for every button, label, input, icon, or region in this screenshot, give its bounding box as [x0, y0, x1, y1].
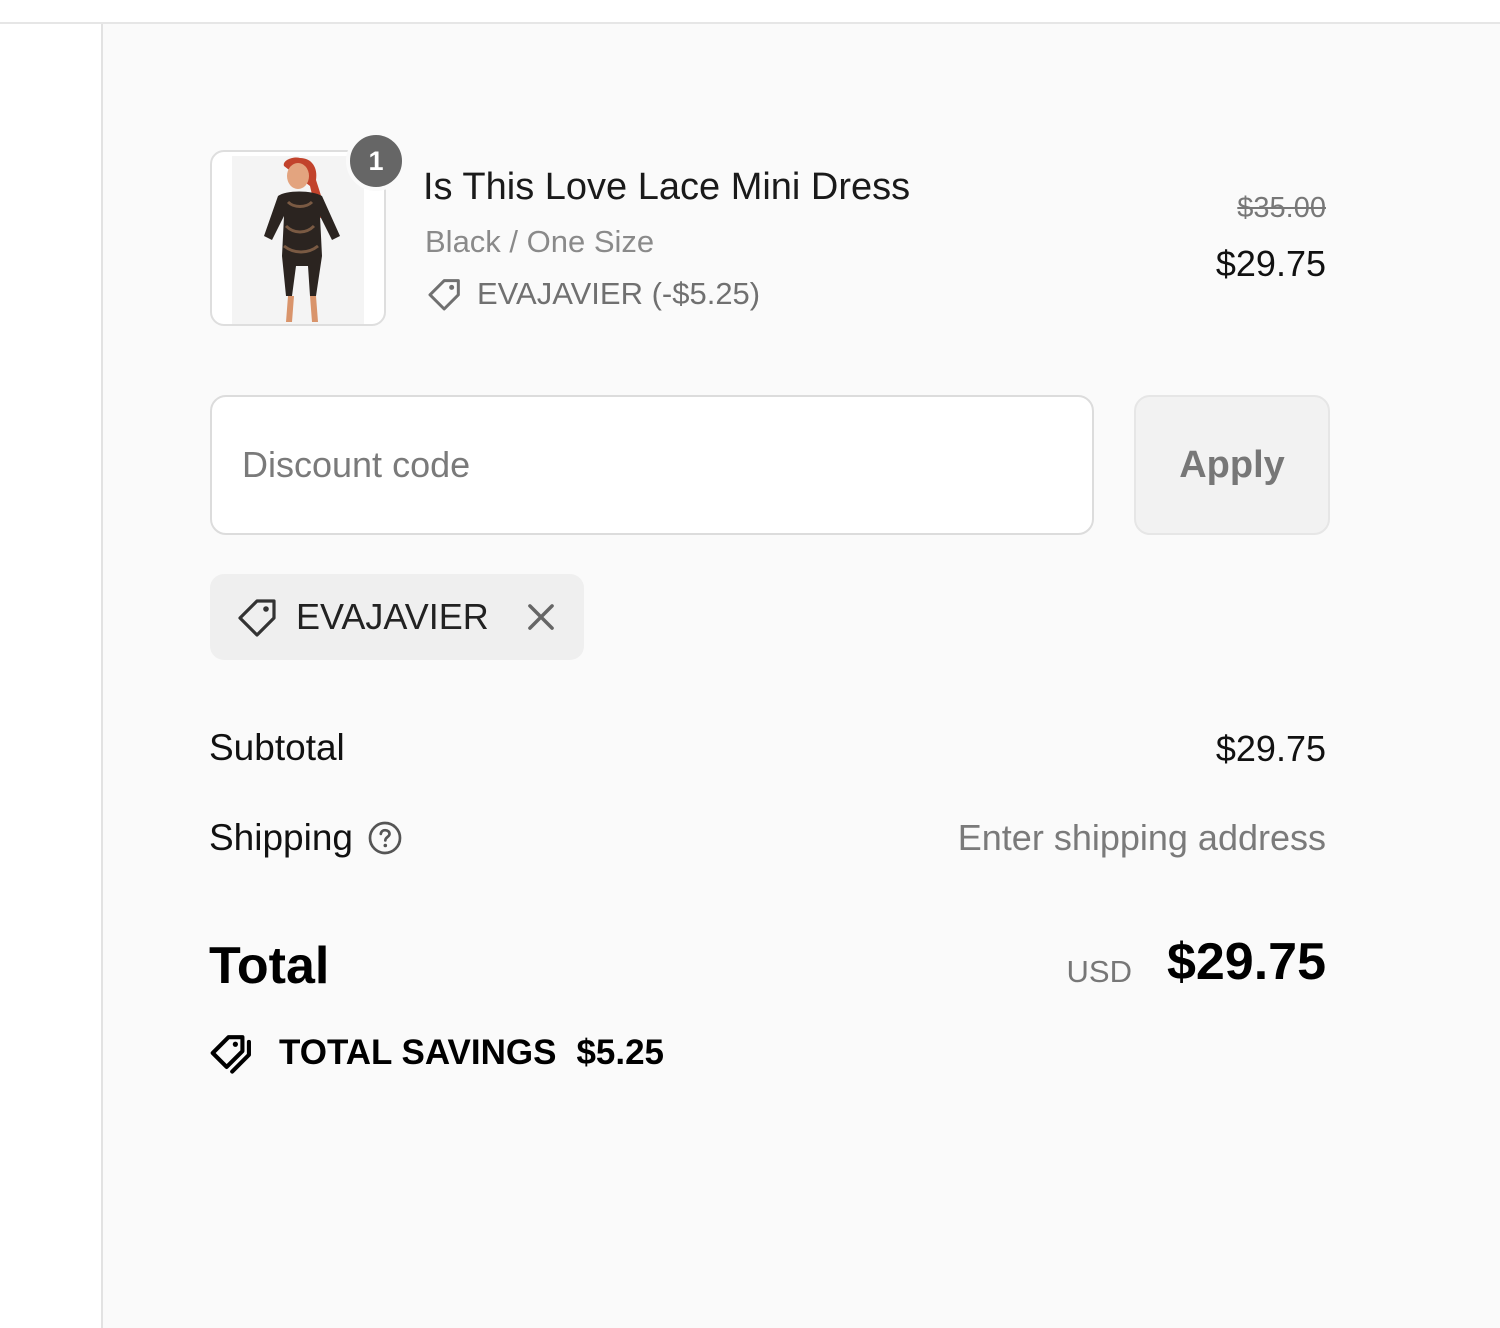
final-price: $29.75 — [1215, 243, 1326, 284]
shipping-label: Shipping — [209, 817, 354, 858]
product-figure-image — [264, 157, 340, 322]
shipping-value: Enter shipping address — [957, 817, 1326, 858]
total-currency: USD — [1066, 954, 1132, 989]
product-image — [232, 156, 364, 324]
line-item-discount: EVAJAVIER (-$5.25) — [425, 274, 760, 314]
subtotal-label: Subtotal — [209, 727, 345, 768]
shipping-label-row: Shipping — [209, 817, 403, 859]
product-title: Is This Love Lace Mini Dress — [423, 166, 911, 208]
discount-code-input[interactable] — [210, 395, 1094, 535]
help-circle-icon[interactable] — [367, 820, 403, 856]
product-variant: Black / One Size — [425, 224, 655, 259]
applied-discount-code: EVAJAVIER — [296, 596, 489, 637]
order-summary-panel: 1 Is This Love Lace Mini Dress Black / O… — [101, 24, 1500, 1328]
applied-discount-chip: EVAJAVIER — [210, 574, 584, 660]
total-savings-value: $5.25 — [576, 1033, 665, 1072]
tag-icon — [238, 599, 276, 637]
quantity-badge: 1 — [346, 131, 406, 191]
total-savings-label: TOTAL SAVINGS — [279, 1033, 557, 1072]
line-item-discount-text: EVAJAVIER (-$5.25) — [477, 276, 761, 311]
close-icon[interactable] — [522, 598, 560, 636]
original-price: $35.00 — [1237, 192, 1326, 224]
total-savings: TOTAL SAVINGS $5.25 — [209, 1028, 664, 1078]
total-label: Total — [209, 937, 330, 995]
tag-icon — [428, 279, 460, 311]
double-tag-icon — [210, 1035, 251, 1074]
main-column — [0, 24, 101, 1328]
subtotal-value: $29.75 — [1215, 728, 1326, 769]
apply-discount-button[interactable]: Apply — [1134, 395, 1330, 535]
total-value: $29.75 — [1166, 933, 1326, 991]
top-divider — [0, 0, 1500, 24]
